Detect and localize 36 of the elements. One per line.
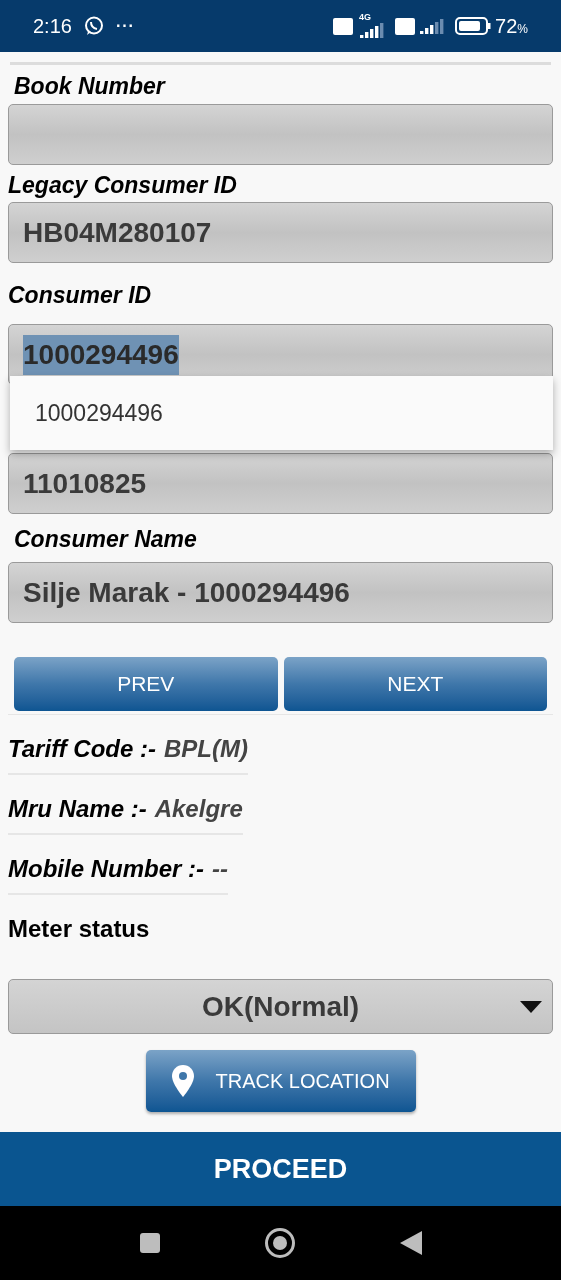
clock: 2:16 [33, 14, 72, 39]
volte-icon [395, 17, 416, 35]
field-label: Consumer ID [8, 281, 153, 309]
battery-level: 72% [495, 14, 528, 39]
recent-apps-icon[interactable] [139, 1233, 160, 1253]
nav-button[interactable]: PREV [14, 657, 278, 711]
input-field[interactable]: Silje Marak - 1000294496 [8, 562, 553, 623]
signal-icon [359, 21, 386, 40]
proceed-button[interactable]: PROCEED [0, 1132, 561, 1206]
input-field[interactable]: HB04M280107 [8, 202, 553, 263]
info-label: Tariff Code :- [8, 734, 156, 764]
chat-app-icon [83, 16, 104, 36]
info-label: Mru Name :- [8, 794, 147, 824]
info-value: Akelgre [154, 794, 243, 824]
back-icon[interactable] [399, 1231, 422, 1255]
info-value: -- [212, 854, 228, 884]
track-location-button[interactable]: TRACK LOCATION [145, 1050, 416, 1112]
info-value: BPL(M) [164, 734, 248, 764]
input-field[interactable] [8, 104, 553, 165]
nav-button[interactable]: NEXT [283, 657, 547, 711]
network-type: 4G [359, 12, 372, 22]
input-field[interactable]: 11010825 [8, 453, 553, 514]
volte-icon [333, 17, 354, 35]
status-dropdown[interactable]: OK(Normal) [8, 979, 553, 1034]
home-icon[interactable] [264, 1228, 295, 1258]
more-notifications: ··· [115, 16, 135, 36]
field-label: Consumer Name [13, 525, 198, 553]
signal-icon [419, 18, 446, 36]
dropdown-arrow-icon [520, 1000, 542, 1013]
suggestion-item[interactable]: 1000294496 [10, 376, 553, 450]
location-pin-icon [171, 1065, 194, 1097]
field-label: Legacy Consumer ID [8, 171, 238, 199]
section-label: Meter status [8, 914, 151, 944]
info-label: Mobile Number :- [8, 854, 204, 884]
battery-icon [455, 17, 492, 35]
field-label: Book Number [13, 72, 167, 100]
